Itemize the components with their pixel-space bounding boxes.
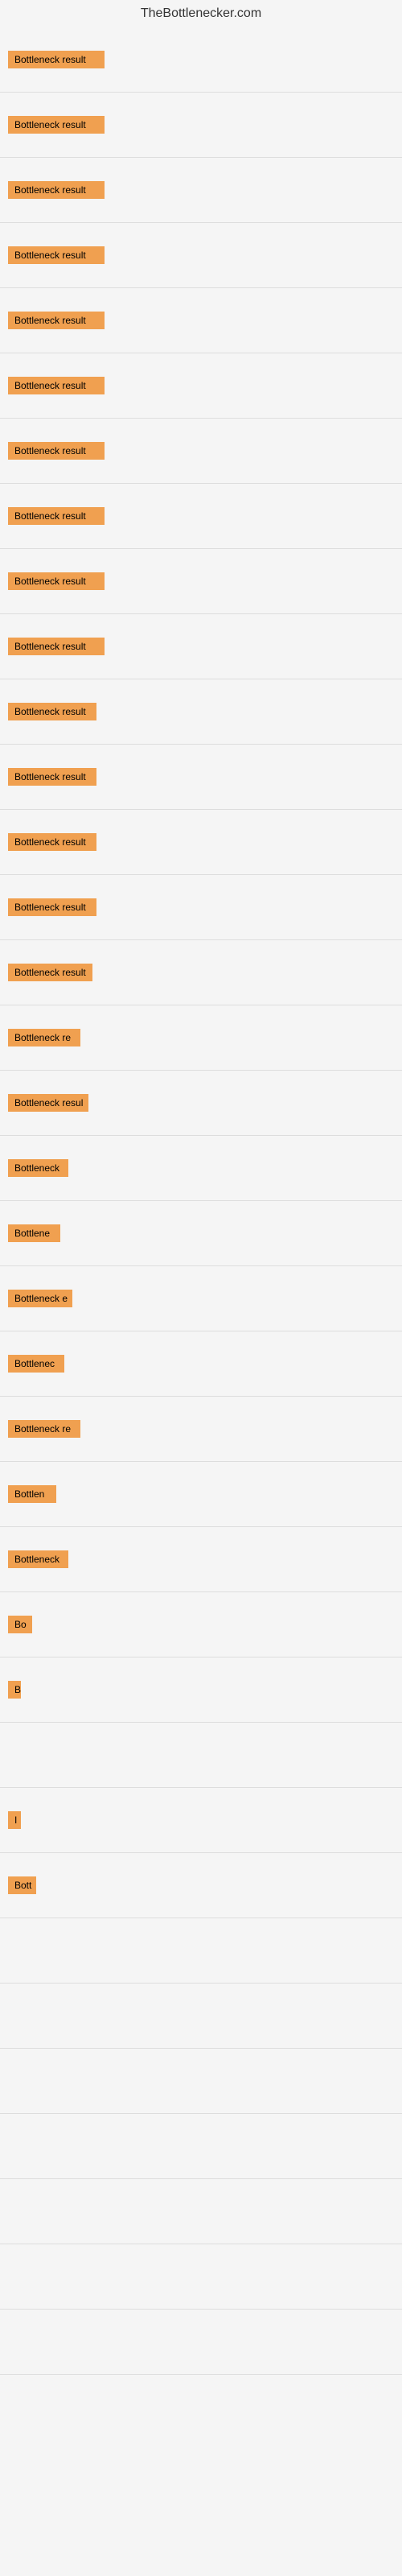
site-title: TheBottlenecker.com <box>0 0 402 27</box>
list-item <box>0 1723 402 1787</box>
bottleneck-result-label[interactable]: Bottleneck result <box>8 638 105 655</box>
list-item: Bottleneck result <box>0 679 402 744</box>
bottleneck-result-label[interactable]: Bottlenec <box>8 1355 64 1373</box>
list-item: Bottlenec <box>0 1331 402 1396</box>
bottleneck-result-label[interactable]: I <box>8 1811 21 1829</box>
list-item: Bottleneck result <box>0 549 402 613</box>
bottleneck-result-label[interactable]: Bottleneck resul <box>8 1094 88 1112</box>
bottleneck-result-label[interactable]: Bottleneck result <box>8 507 105 525</box>
bottleneck-result-label[interactable]: Bottleneck result <box>8 898 96 916</box>
list-item: B <box>0 1657 402 1722</box>
list-item: Bottleneck result <box>0 875 402 939</box>
list-item: Bottleneck result <box>0 27 402 92</box>
bottleneck-result-label[interactable]: Bottlen <box>8 1485 56 1503</box>
list-item <box>0 1984 402 2048</box>
list-item: Bott <box>0 1853 402 1918</box>
list-item: Bottleneck result <box>0 353 402 418</box>
list-item <box>0 2049 402 2113</box>
list-item: Bottleneck result <box>0 614 402 679</box>
list-item: Bottleneck result <box>0 940 402 1005</box>
list-item: Bottleneck result <box>0 93 402 157</box>
list-item: Bottleneck <box>0 1527 402 1591</box>
bottleneck-result-label[interactable]: Bo <box>8 1616 32 1633</box>
bottleneck-result-label[interactable]: Bottleneck result <box>8 181 105 199</box>
list-item: Bottlene <box>0 1201 402 1265</box>
bottleneck-result-label[interactable]: Bottleneck result <box>8 312 105 329</box>
bottleneck-result-label[interactable]: Bottleneck re <box>8 1420 80 1438</box>
bottleneck-result-label[interactable]: Bottleneck <box>8 1159 68 1177</box>
list-item: Bottleneck e <box>0 1266 402 1331</box>
bottleneck-result-label[interactable]: Bottleneck result <box>8 703 96 720</box>
list-item: Bo <box>0 1592 402 1657</box>
bottleneck-result-label[interactable]: Bottleneck result <box>8 833 96 851</box>
list-item: Bottleneck result <box>0 745 402 809</box>
list-item: Bottleneck result <box>0 810 402 874</box>
bottleneck-result-label[interactable]: Bottleneck result <box>8 768 96 786</box>
bottleneck-result-label[interactable]: Bottleneck <box>8 1550 68 1568</box>
bottleneck-result-label[interactable]: Bottleneck result <box>8 116 105 134</box>
list-item <box>0 2244 402 2309</box>
bottleneck-result-label[interactable]: Bottleneck result <box>8 377 105 394</box>
list-item: Bottleneck result <box>0 419 402 483</box>
list-item: Bottleneck result <box>0 484 402 548</box>
bottleneck-result-label[interactable]: Bottleneck e <box>8 1290 72 1307</box>
list-item <box>0 2310 402 2374</box>
bottleneck-result-label[interactable]: Bottleneck result <box>8 964 92 981</box>
bottleneck-result-label[interactable]: B <box>8 1681 21 1699</box>
site-title-container: TheBottlenecker.com <box>0 0 402 27</box>
list-item <box>0 1918 402 1983</box>
list-item <box>0 2114 402 2178</box>
bottleneck-result-label[interactable]: Bottleneck result <box>8 246 105 264</box>
list-item: Bottleneck result <box>0 158 402 222</box>
list-item <box>0 2375 402 2439</box>
bottleneck-result-label[interactable]: Bottleneck result <box>8 51 105 68</box>
list-item: Bottleneck re <box>0 1397 402 1461</box>
bottleneck-result-label[interactable]: Bott <box>8 1876 36 1894</box>
bottleneck-result-label[interactable]: Bottleneck result <box>8 442 105 460</box>
list-item: Bottleneck resul <box>0 1071 402 1135</box>
list-item: I <box>0 1788 402 1852</box>
list-item: Bottleneck result <box>0 288 402 353</box>
bottleneck-result-label[interactable]: Bottlene <box>8 1224 60 1242</box>
bottleneck-result-label[interactable]: Bottleneck result <box>8 572 105 590</box>
bottleneck-result-label[interactable]: Bottleneck re <box>8 1029 80 1046</box>
bottleneck-list: Bottleneck result Bottleneck result Bottle… <box>0 27 402 2439</box>
list-item: Bottleneck <box>0 1136 402 1200</box>
list-item: Bottleneck result <box>0 223 402 287</box>
list-item: Bottlen <box>0 1462 402 1526</box>
list-item <box>0 2179 402 2244</box>
list-item: Bottleneck re <box>0 1005 402 1070</box>
